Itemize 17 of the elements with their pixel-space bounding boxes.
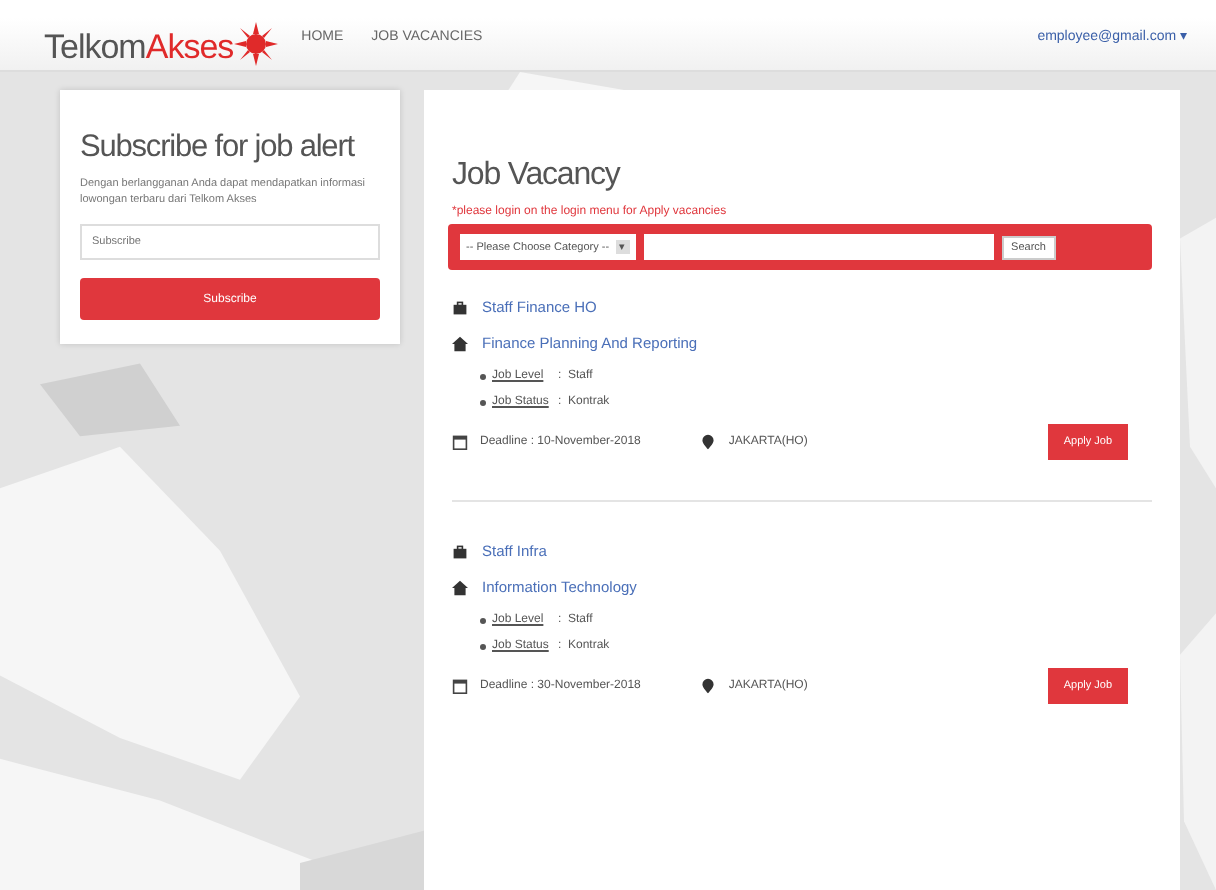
briefcase-icon (452, 543, 468, 559)
bullet-icon (480, 373, 486, 379)
location-pin-icon (700, 434, 717, 450)
vacancy-title: Job Vacancy (452, 158, 623, 194)
briefcase-icon (452, 299, 468, 315)
search-field[interactable] (643, 234, 994, 260)
location-pin-icon (700, 678, 717, 694)
star-logo-icon (233, 22, 278, 67)
home-icon (452, 579, 468, 595)
subscribe-title: Subscribe for job alert (80, 130, 357, 166)
home-icon (452, 335, 468, 351)
bullet-icon (480, 399, 486, 405)
logo[interactable]: TelkomAkses (44, 28, 234, 69)
bullet-icon (480, 643, 486, 649)
bullet-icon (480, 617, 486, 623)
calendar-icon (452, 678, 468, 694)
calendar-icon (452, 434, 468, 450)
